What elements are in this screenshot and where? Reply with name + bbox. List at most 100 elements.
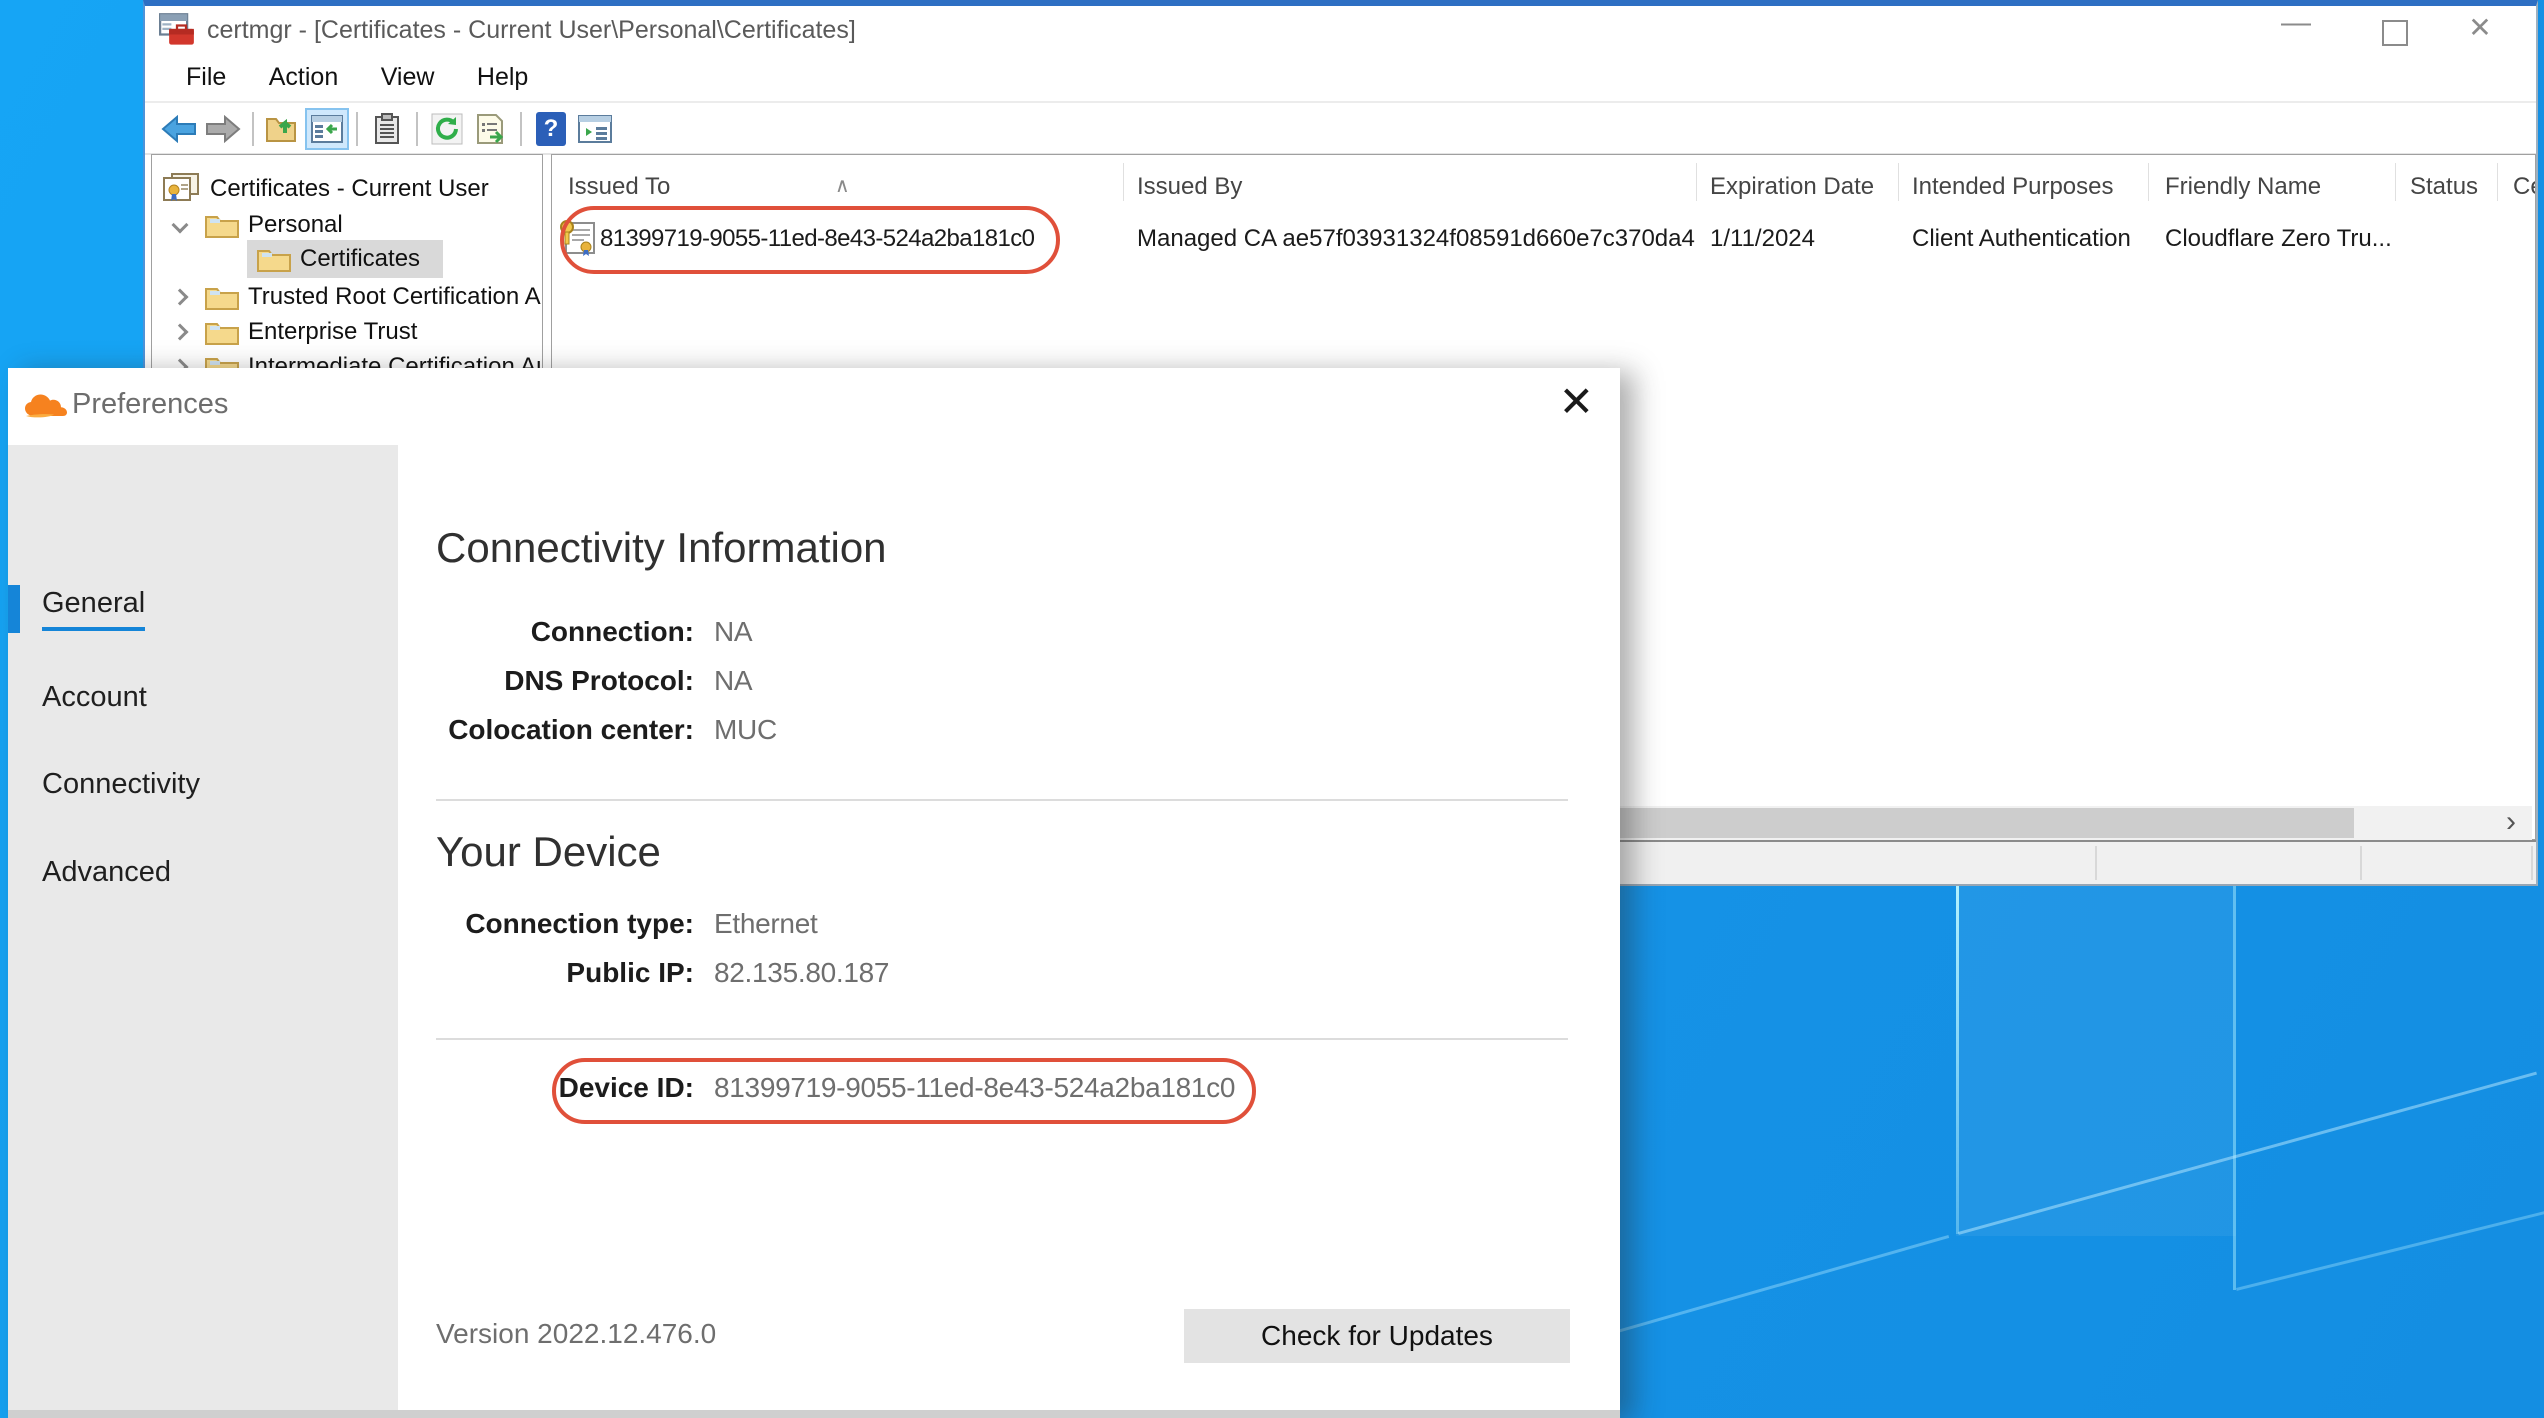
toolbar-separator bbox=[416, 112, 418, 146]
light-beam bbox=[1610, 1235, 1949, 1335]
certmgr-app-icon bbox=[159, 12, 195, 48]
chevron-down-icon[interactable] bbox=[172, 217, 189, 234]
tree-item-certificates-current-user[interactable]: Certificates - Current User bbox=[162, 171, 489, 207]
cloudflare-logo-icon bbox=[24, 392, 68, 422]
clipboard-icon[interactable] bbox=[365, 108, 409, 150]
dialog-close-icon[interactable]: ✕ bbox=[1559, 378, 1594, 426]
light-beam bbox=[1956, 886, 1959, 1234]
tree-item-label: Trusted Root Certification Au bbox=[248, 283, 543, 311]
status-bar-section-divider bbox=[2095, 846, 2097, 880]
column-divider[interactable] bbox=[2497, 163, 2498, 201]
up-one-level-icon[interactable] bbox=[261, 108, 305, 150]
forward-icon[interactable] bbox=[201, 108, 245, 150]
sidebar-item-label: Connectivity bbox=[42, 768, 200, 801]
annotation-oval-device-id bbox=[552, 1058, 1256, 1124]
cell-issued-by: Managed CA ae57f03931324f08591d660e7c370… bbox=[1137, 225, 1695, 253]
preferences-dialog: Preferences ✕ General Account Connectivi… bbox=[8, 368, 1620, 1418]
folder-icon bbox=[256, 245, 292, 273]
close-button[interactable]: ✕ bbox=[2450, 6, 2510, 54]
connection-value: NA bbox=[714, 616, 752, 656]
column-friendly-name[interactable]: Friendly Name bbox=[2165, 173, 2321, 201]
folder-icon bbox=[204, 283, 240, 311]
column-headers: ∧ Issued To Issued By Expiration Date In… bbox=[552, 155, 2535, 209]
tree-item-personal[interactable]: Personal bbox=[174, 207, 343, 243]
sidebar-item-connectivity[interactable]: Connectivity bbox=[42, 756, 200, 812]
dialog-bottom-edge bbox=[8, 1410, 1620, 1418]
toolbar-separator bbox=[520, 112, 522, 146]
column-status[interactable]: Status bbox=[2410, 173, 2478, 201]
toolbar: ? bbox=[145, 105, 2536, 155]
window-title: certmgr - [Certificates - Current User\P… bbox=[207, 16, 856, 45]
sidebar-item-advanced[interactable]: Advanced bbox=[42, 844, 171, 900]
connection-type-label: Connection type: bbox=[436, 908, 694, 948]
toolbar-separator bbox=[252, 112, 254, 146]
minimize-button[interactable]: — bbox=[2266, 6, 2326, 54]
cell-intended-purposes: Client Authentication bbox=[1912, 225, 2131, 253]
new-window-icon[interactable] bbox=[573, 108, 617, 150]
status-bar-section-divider bbox=[2531, 846, 2533, 880]
maximize-button[interactable] bbox=[2382, 20, 2408, 46]
annotation-oval-issued-to bbox=[560, 206, 1060, 274]
tree-item-label: Certificates - Current User bbox=[210, 175, 489, 203]
tree-item-enterprise-trust[interactable]: Enterprise Trust bbox=[174, 314, 417, 350]
dns-protocol-value: NA bbox=[714, 665, 752, 705]
status-bar-section-divider bbox=[2360, 846, 2362, 880]
public-ip-row: Public IP: 82.135.80.187 bbox=[436, 957, 1576, 997]
menu-action[interactable]: Action bbox=[250, 54, 357, 100]
dns-protocol-row: DNS Protocol: NA bbox=[436, 665, 1576, 705]
menu-view[interactable]: View bbox=[362, 54, 454, 100]
section-divider bbox=[436, 799, 1568, 801]
dns-protocol-label: DNS Protocol: bbox=[436, 665, 694, 705]
help-icon[interactable]: ? bbox=[529, 108, 573, 150]
colocation-center-value: MUC bbox=[714, 714, 777, 754]
scroll-right-icon[interactable]: › bbox=[2492, 806, 2530, 840]
screen: certmgr - [Certificates - Current User\P… bbox=[0, 0, 2544, 1418]
light-beam bbox=[1956, 886, 2236, 1236]
sidebar-item-general[interactable]: General bbox=[42, 581, 145, 637]
title-bar[interactable]: certmgr - [Certificates - Current User\P… bbox=[145, 6, 2536, 54]
connectivity-information-heading: Connectivity Information bbox=[436, 524, 887, 572]
menu-help[interactable]: Help bbox=[458, 54, 547, 100]
public-ip-label: Public IP: bbox=[436, 957, 694, 997]
tree-item-label: Certificates bbox=[300, 245, 420, 273]
back-icon[interactable] bbox=[157, 108, 201, 150]
tree-item-label: Enterprise Trust bbox=[248, 318, 417, 346]
colocation-center-row: Colocation center: MUC bbox=[436, 714, 1576, 754]
public-ip-value: 82.135.80.187 bbox=[714, 957, 889, 997]
light-beam bbox=[2233, 886, 2236, 1290]
export-list-icon[interactable] bbox=[469, 108, 513, 150]
check-for-updates-button[interactable]: Check for Updates bbox=[1184, 1309, 1570, 1363]
column-divider[interactable] bbox=[1123, 163, 1124, 201]
folder-icon bbox=[204, 318, 240, 346]
selected-tab-accent-bar bbox=[8, 585, 20, 633]
tree-item-certificates[interactable]: Certificates bbox=[256, 241, 420, 277]
column-certificate[interactable]: Ce bbox=[2513, 173, 2536, 201]
light-beam bbox=[2236, 1211, 2544, 1291]
column-expiration-date[interactable]: Expiration Date bbox=[1710, 173, 1874, 201]
sidebar-item-label: Advanced bbox=[42, 856, 171, 889]
sidebar-item-label: General bbox=[42, 587, 145, 631]
connection-type-row: Connection type: Ethernet bbox=[436, 908, 1576, 948]
tree-item-trusted-root[interactable]: Trusted Root Certification Au bbox=[174, 279, 543, 315]
chevron-right-icon[interactable] bbox=[172, 324, 189, 341]
column-issued-by[interactable]: Issued By bbox=[1137, 173, 1242, 201]
refresh-icon[interactable] bbox=[425, 108, 469, 150]
cell-friendly-name: Cloudflare Zero Tru... bbox=[2165, 225, 2392, 253]
certificate-store-icon bbox=[162, 172, 202, 206]
show-console-tree-icon[interactable] bbox=[305, 108, 349, 150]
preferences-sidebar: General Account Connectivity Advanced bbox=[8, 445, 398, 1418]
dialog-title: Preferences bbox=[72, 388, 228, 421]
sidebar-item-account[interactable]: Account bbox=[42, 669, 147, 725]
chevron-right-icon[interactable] bbox=[172, 289, 189, 306]
menu-file[interactable]: File bbox=[167, 54, 245, 100]
column-divider[interactable] bbox=[2395, 163, 2396, 201]
menu-bar: File Action View Help bbox=[145, 54, 2536, 103]
connection-row: Connection: NA bbox=[436, 616, 1576, 656]
column-divider[interactable] bbox=[2148, 163, 2149, 201]
column-divider[interactable] bbox=[1898, 163, 1899, 201]
connection-label: Connection: bbox=[436, 616, 694, 656]
column-divider[interactable] bbox=[1696, 163, 1697, 201]
your-device-heading: Your Device bbox=[436, 828, 661, 876]
column-intended-purposes[interactable]: Intended Purposes bbox=[1912, 173, 2113, 201]
column-issued-to[interactable]: Issued To bbox=[568, 173, 670, 201]
